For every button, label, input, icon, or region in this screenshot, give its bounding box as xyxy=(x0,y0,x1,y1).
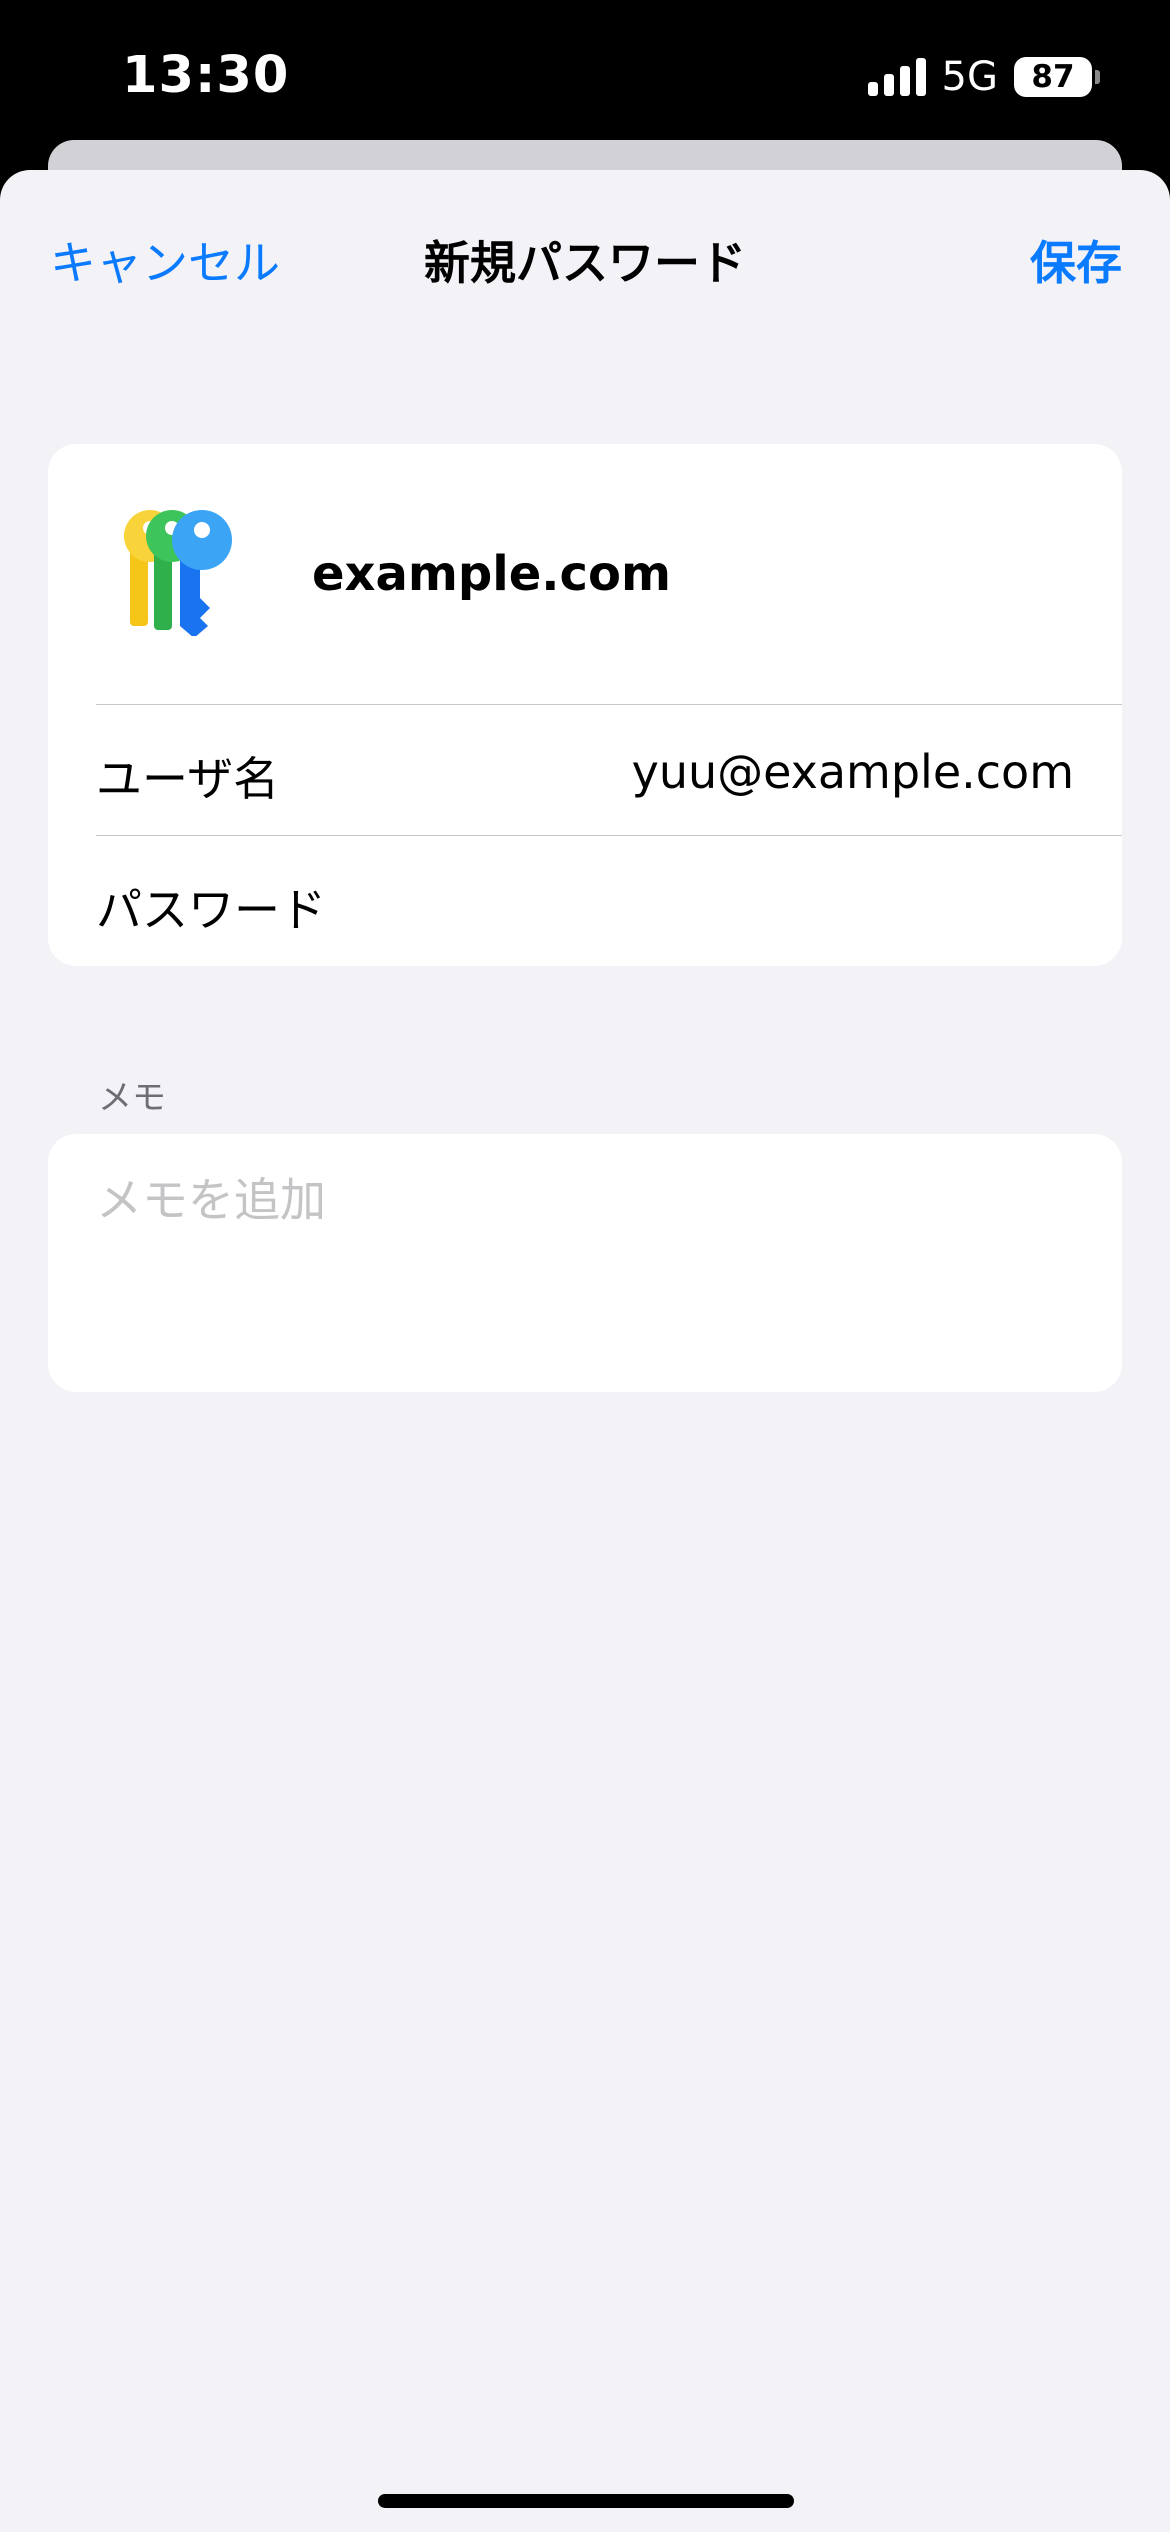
site-name: example.com xyxy=(312,546,671,602)
new-password-sheet: キャンセル 新規パスワード 保存 example.com ユーザ名 yuu@ex… xyxy=(0,170,1170,2532)
navigation-bar: キャンセル 新規パスワード 保存 xyxy=(0,170,1170,330)
username-field[interactable]: yuu@example.com xyxy=(632,745,1074,799)
status-indicators: 5G 87 xyxy=(867,54,1100,100)
cellular-signal-icon xyxy=(867,58,926,96)
notes-input[interactable] xyxy=(96,1164,1076,1364)
password-row[interactable]: パスワード xyxy=(48,836,1122,966)
username-row[interactable]: ユーザ名 yuu@example.com xyxy=(48,705,1122,835)
battery-level: 87 xyxy=(1031,59,1075,95)
password-label: パスワード xyxy=(96,883,326,937)
network-label: 5G xyxy=(941,54,998,100)
notes-card xyxy=(48,1134,1122,1392)
status-bar: 13:30 5G 87 xyxy=(0,0,1170,150)
username-label: ユーザ名 xyxy=(96,752,280,806)
credential-card: example.com ユーザ名 yuu@example.com パスワード xyxy=(48,444,1122,966)
passwords-keys-icon xyxy=(124,510,232,636)
battery-icon: 87 xyxy=(1014,57,1100,97)
site-row[interactable]: example.com xyxy=(48,444,1122,704)
notes-header: メモ xyxy=(98,1078,166,1118)
page-title: 新規パスワード xyxy=(424,236,746,290)
save-button[interactable]: 保存 xyxy=(1030,227,1122,293)
home-indicator xyxy=(378,2494,794,2508)
status-time: 13:30 xyxy=(122,46,290,105)
